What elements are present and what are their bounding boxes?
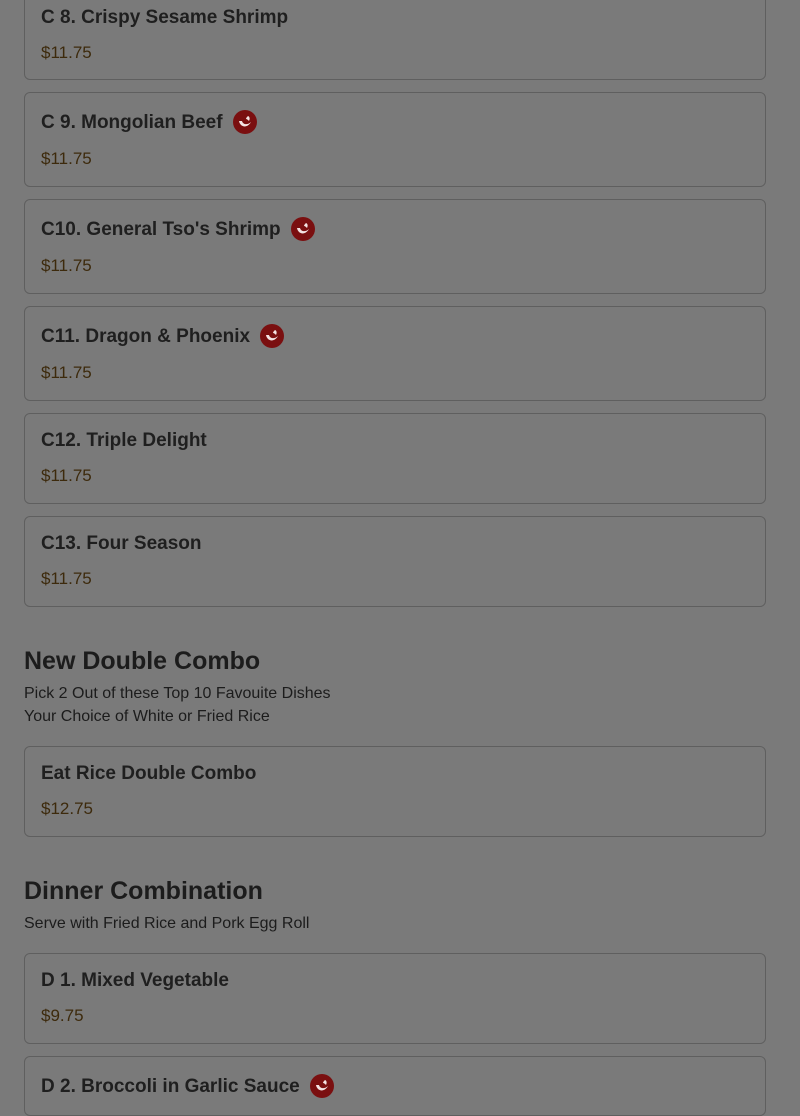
- menu-item-price: $9.75: [41, 1006, 84, 1025]
- menu-item-card[interactable]: C12. Triple Delight $11.75: [24, 413, 766, 504]
- menu-item-name: C 9. Mongolian Beef: [41, 110, 257, 134]
- spicy-pepper-icon: [290, 217, 315, 241]
- menu-item-price: $11.75: [41, 363, 92, 382]
- menu-item-card[interactable]: C 8. Crispy Sesame Shrimp $11.75: [24, 0, 766, 80]
- menu-item-name-text: C13. Four Season: [41, 533, 202, 554]
- menu-item-price: $11.75: [41, 256, 92, 275]
- menu-item-name: D 2. Broccoli in Garlic Sauce: [41, 1074, 334, 1098]
- section-description: Pick 2 Out of these Top 10 Favouite Dish…: [24, 685, 331, 702]
- menu-item-name-text: D 2. Broccoli in Garlic Sauce: [41, 1075, 300, 1097]
- menu-item-card[interactable]: D 2. Broccoli in Garlic Sauce: [24, 1056, 766, 1116]
- menu-item-price: $11.75: [41, 149, 92, 168]
- menu-item-name: C 8. Crispy Sesame Shrimp: [41, 8, 288, 27]
- menu-item-name: C11. Dragon & Phoenix: [41, 324, 285, 348]
- menu-item-name-text: C11. Dragon & Phoenix: [41, 325, 251, 347]
- menu-item-name: D 1. Mixed Vegetable: [41, 971, 229, 990]
- section-title: Dinner Combination: [24, 877, 263, 905]
- menu-item-name-text: C12. Triple Delight: [41, 430, 207, 451]
- spicy-pepper-icon: [260, 324, 285, 348]
- menu-item-name-text: Eat Rice Double Combo: [41, 763, 257, 784]
- menu-item-price: $11.75: [41, 43, 92, 62]
- menu-item-price: $11.75: [41, 466, 92, 485]
- menu-item-card[interactable]: D 1. Mixed Vegetable $9.75: [24, 953, 766, 1044]
- menu-item-name: C12. Triple Delight: [41, 431, 207, 450]
- menu-item-name: Eat Rice Double Combo: [41, 764, 256, 783]
- menu-item-card[interactable]: C 9. Mongolian Beef $11.75: [24, 92, 766, 187]
- menu-item-card[interactable]: C11. Dragon & Phoenix $11.75: [24, 306, 766, 401]
- menu-item-name-text: C 9. Mongolian Beef: [41, 111, 223, 133]
- menu-item-name-text: C 8. Crispy Sesame Shrimp: [41, 7, 289, 28]
- menu-item-card[interactable]: C13. Four Season $11.75: [24, 516, 766, 607]
- menu-item-name: C10. General Tso's Shrimp: [41, 217, 315, 241]
- menu-item-card[interactable]: Eat Rice Double Combo $12.75: [24, 746, 766, 837]
- menu-item-price: $12.75: [41, 799, 93, 818]
- menu-item-name-text: D 1. Mixed Vegetable: [41, 970, 229, 991]
- spicy-pepper-icon: [309, 1074, 334, 1098]
- spicy-pepper-icon: [232, 110, 257, 134]
- section-description: Your Choice of White or Fried Rice: [24, 708, 270, 725]
- menu-item-name: C13. Four Season: [41, 534, 202, 553]
- menu-item-card[interactable]: C10. General Tso's Shrimp $11.75: [24, 199, 766, 294]
- menu-item-price: $11.75: [41, 569, 92, 588]
- menu-item-name-text: C10. General Tso's Shrimp: [41, 218, 281, 240]
- section-description: Serve with Fried Rice and Pork Egg Roll: [24, 915, 310, 932]
- section-title: New Double Combo: [24, 647, 261, 675]
